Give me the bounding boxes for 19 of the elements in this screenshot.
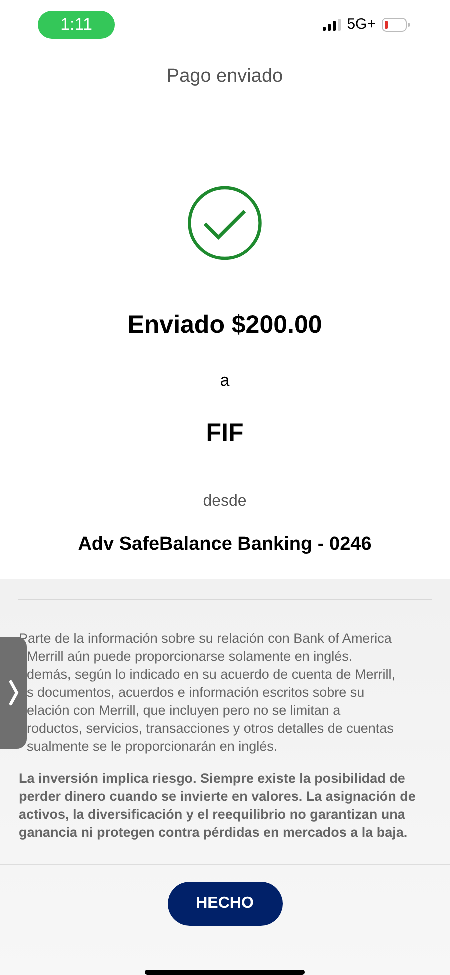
recipient-name: FIF	[206, 418, 244, 449]
disclosure-line: roductos, servicios, transacciones y otros detalles de cuentas	[27, 720, 394, 738]
disclosure-line: elación con Merrill, que incluyen pero no se limitan a	[27, 702, 341, 720]
from-label: desde	[203, 492, 247, 512]
disclosure-line: s documentos, acuerdos e información escritos sobre su	[27, 684, 365, 702]
amount-sent: Enviado $200.00	[128, 310, 322, 341]
network-label: 5G+	[347, 14, 376, 35]
disclosure-line: Merrill aún puede proporcionarse solamente en inglés.	[27, 648, 353, 666]
done-button[interactable]: HECHO	[168, 882, 282, 926]
risk-notice: La inversión implica riesgo. Siempre existe la posibilidad de perder dinero cuando se invierte en valores. La asignación de activos, la diversificación y el reequilibrio no garantizan una ganancia ni protegen contra pérdidas en mercados a la baja.	[19, 770, 417, 842]
status-time: 1:11	[38, 11, 115, 39]
page-title: Pago enviado	[166, 65, 284, 89]
battery-icon	[382, 18, 410, 32]
signal-icon	[323, 19, 342, 31]
disclosure-line: sualmente se le proporcionarán en inglés.	[27, 738, 278, 756]
chevron-right-icon	[8, 680, 18, 706]
account-name: Adv SafeBalance Banking - 0246	[78, 532, 372, 556]
disclosure-line: demás, según lo indicado en su acuerdo de cuenta de Merrill,	[27, 666, 396, 684]
to-label: a	[220, 370, 230, 392]
